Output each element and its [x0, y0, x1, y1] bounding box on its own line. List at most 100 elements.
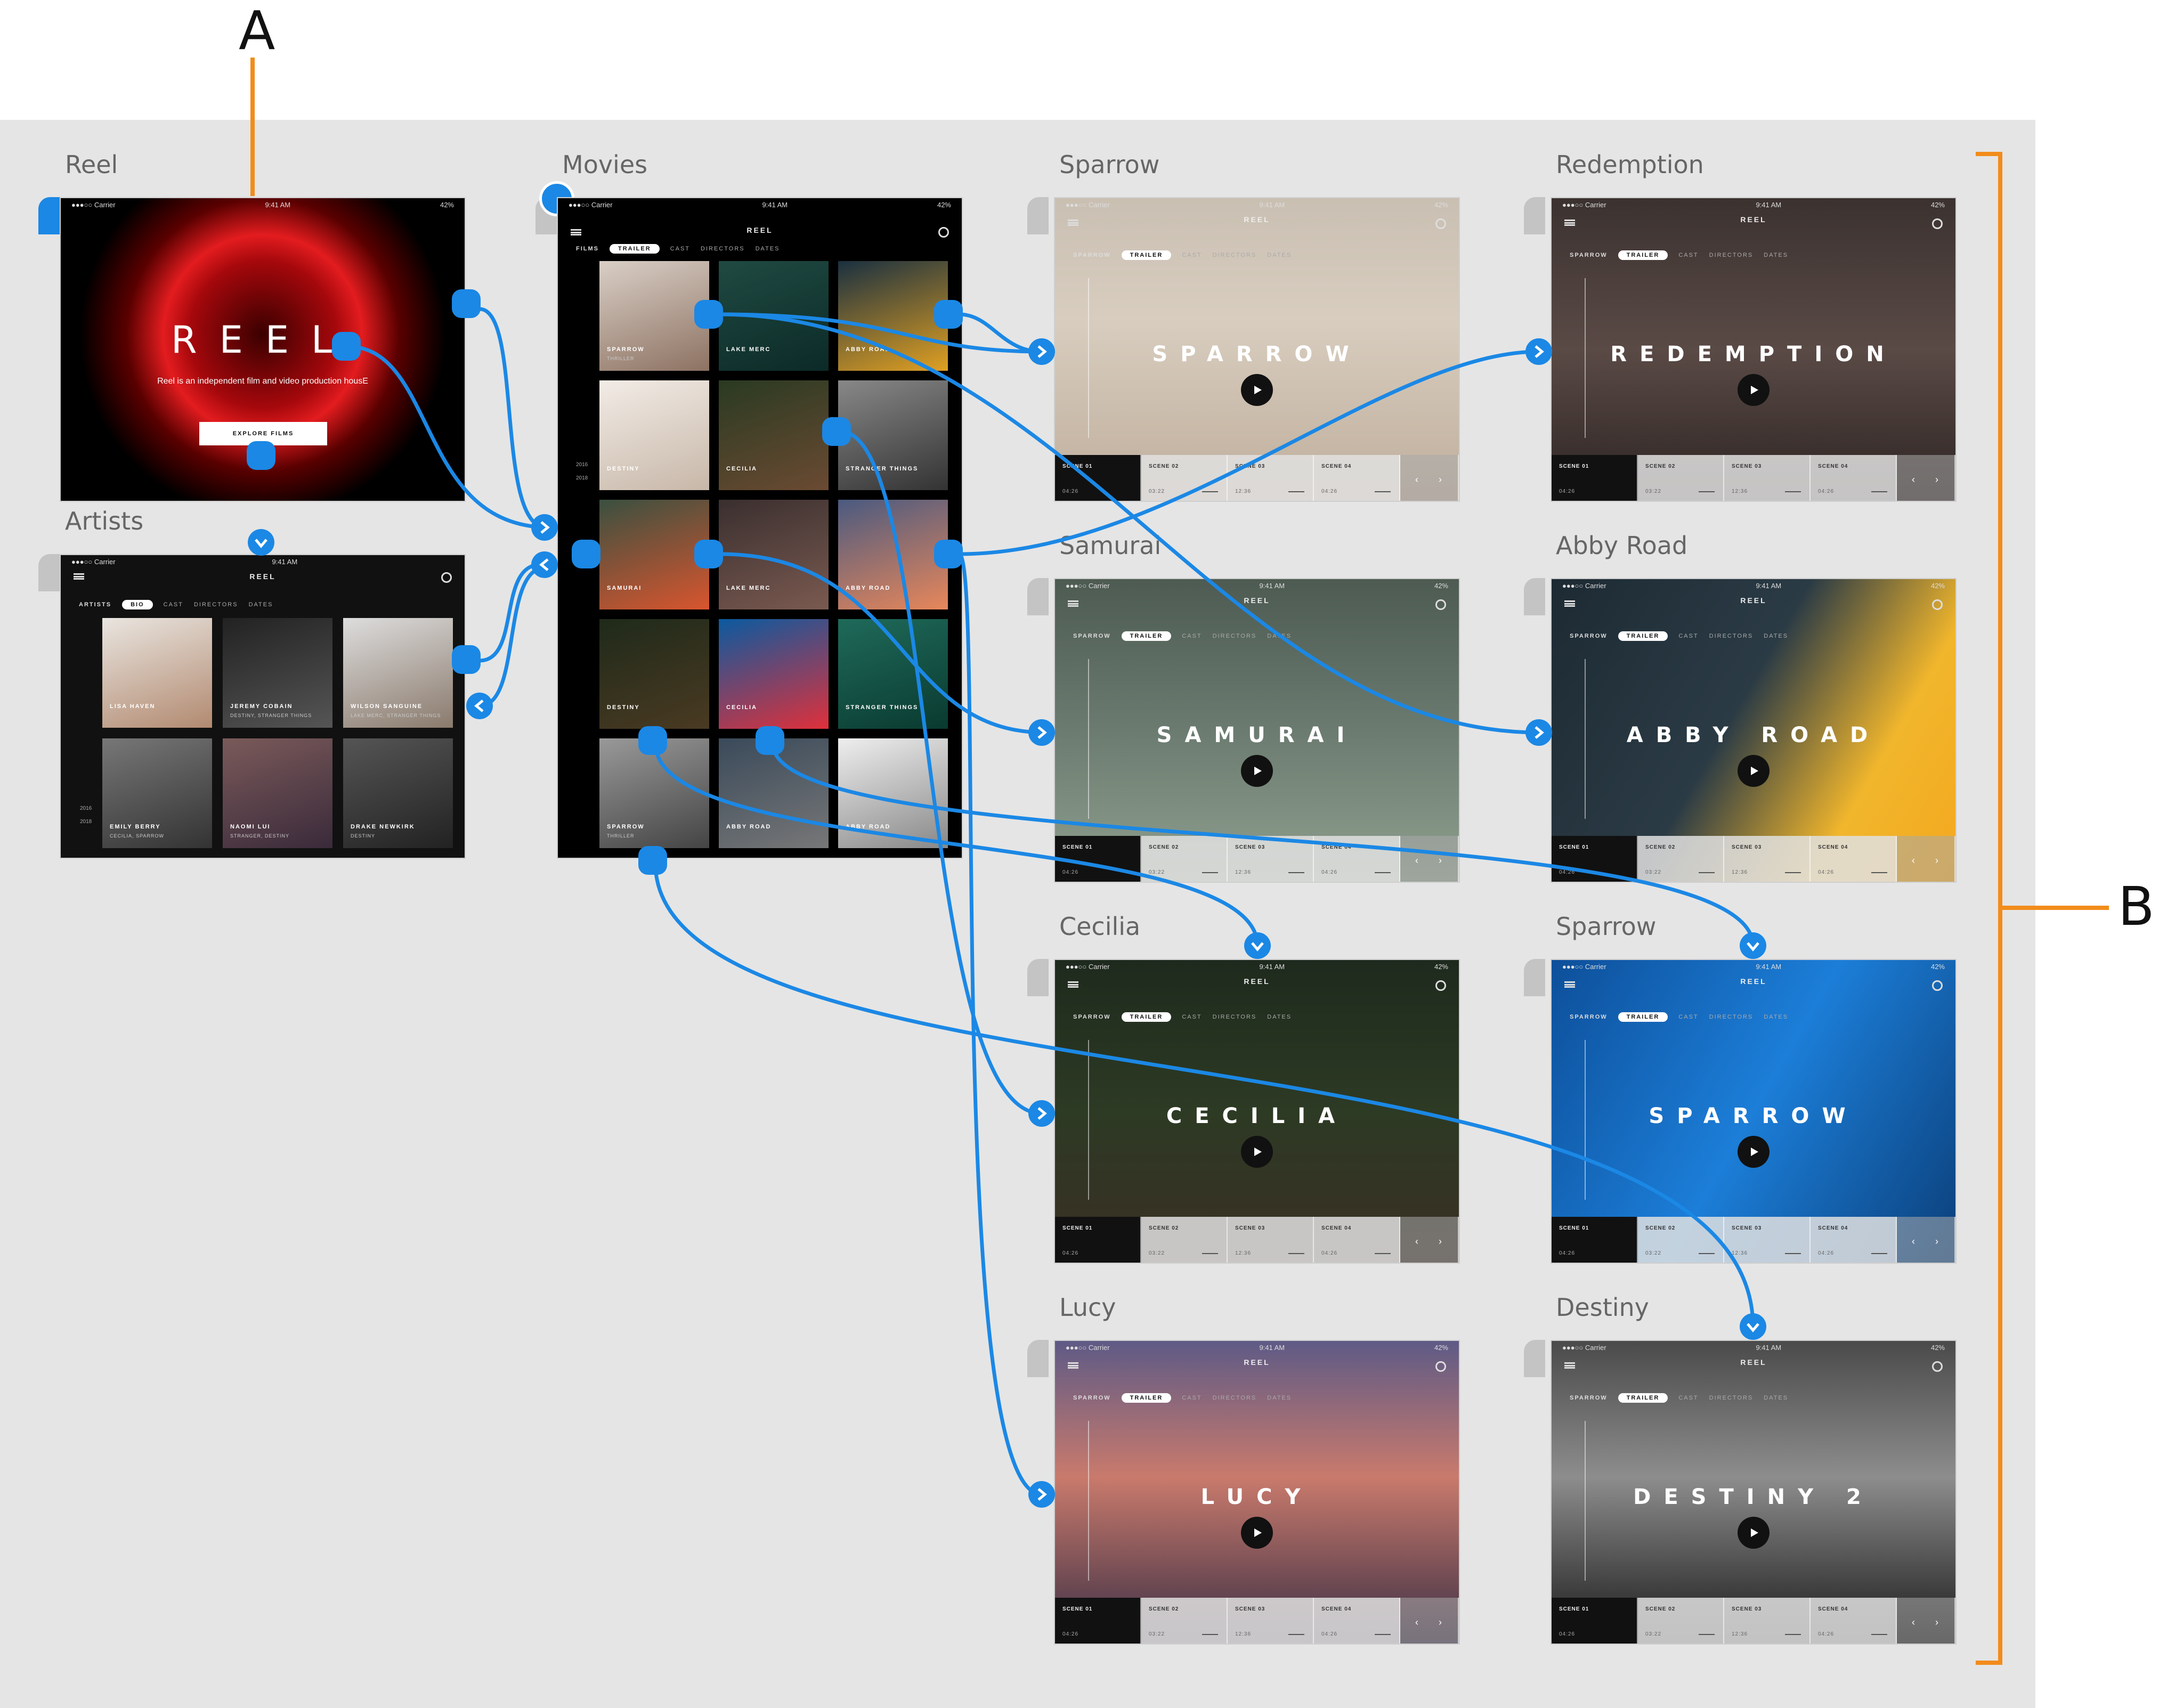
tab-trailer[interactable]: TRAILER [1121, 1012, 1172, 1022]
artboard-label-film[interactable]: Abby Road [1556, 533, 1687, 558]
search-icon[interactable] [1932, 1361, 1943, 1372]
search-icon[interactable] [1932, 218, 1943, 229]
artboard-movies[interactable]: ●●●○○ Carrier 9:41 AM 42% REEL FILMS TRAIL… [557, 197, 963, 859]
artboard-label-film[interactable]: Sparrow [1556, 914, 1656, 939]
chevron-left-icon[interactable]: ‹ [1912, 1617, 1915, 1628]
scene-item[interactable]: SCENE 03 12:36 [1724, 1217, 1811, 1263]
artboard-film-detail[interactable]: ●●●○○ Carrier 9:41 AM 42% REEL SPARROW TRA… [1551, 197, 1957, 502]
search-icon[interactable] [1435, 599, 1446, 610]
artist-card[interactable]: NAOMI LUI STRANGER, DESTINY [223, 738, 332, 848]
search-icon[interactable] [1435, 980, 1446, 991]
film-card[interactable]: DESTINY [599, 380, 709, 490]
tab-dates[interactable]: DATES [249, 601, 273, 608]
scene-item[interactable]: SCENE 04 04:26 [1811, 836, 1897, 882]
artboard-label-movies[interactable]: Movies [562, 152, 647, 177]
artboard-tab-film[interactable] [1027, 578, 1049, 615]
artboard-film-detail[interactable]: ●●●○○ Carrier 9:41 AM 42% REEL SPARROW TRA… [1551, 959, 1957, 1264]
scene-item[interactable]: SCENE 02 03:22 [1638, 1598, 1724, 1644]
artist-card[interactable]: LISA HAVEN [102, 618, 212, 728]
artist-card[interactable]: WILSON SANGUINE LAKE MERC, STRANGER THING… [343, 618, 453, 728]
scene-item[interactable]: SCENE 04 04:26 [1811, 455, 1897, 501]
artboard-label-film[interactable]: Lucy [1059, 1295, 1116, 1320]
artboard-reel[interactable]: ●●●○○ Carrier 9:41 AM 42% REEL Reel is an … [60, 197, 466, 502]
chevron-left-icon[interactable]: ‹ [1415, 1236, 1419, 1247]
film-card[interactable]: SPARROW THRILLER [599, 261, 709, 371]
chevron-right-icon[interactable]: › [1935, 474, 1939, 485]
tab-trailer[interactable]: TRAILER [1121, 631, 1172, 641]
chevron-right-icon[interactable]: › [1935, 855, 1939, 866]
artboard-label-film[interactable]: Samurai [1059, 533, 1161, 558]
scene-pager[interactable]: ‹ › [1897, 1598, 1955, 1644]
scene-item[interactable]: SCENE 02 03:22 [1141, 1598, 1228, 1644]
search-icon[interactable] [1435, 1361, 1446, 1372]
search-icon[interactable] [1435, 218, 1446, 229]
scene-pager[interactable]: ‹ › [1400, 836, 1459, 882]
artboard-label-film[interactable]: Cecilia [1059, 914, 1140, 939]
tab-cast[interactable]: CAST [164, 601, 183, 608]
film-card[interactable]: STRANGER THINGS [838, 380, 948, 490]
artboard-tab-film[interactable] [1524, 197, 1545, 234]
artboard-film-detail[interactable]: ●●●○○ Carrier 9:41 AM 42% REEL SPARROW TRA… [1054, 197, 1460, 502]
scene-item[interactable]: SCENE 03 12:36 [1724, 455, 1811, 501]
search-icon[interactable] [441, 572, 452, 583]
tab-directors[interactable]: DIRECTORS [701, 246, 745, 252]
film-card[interactable]: ABBY ROAD [838, 738, 948, 848]
scene-item[interactable]: SCENE 03 12:36 [1228, 455, 1314, 501]
scene-item[interactable]: SCENE 01 04:26 [1055, 455, 1141, 501]
artboard-tab-film[interactable] [1027, 1340, 1049, 1377]
chevron-right-icon[interactable]: › [1935, 1617, 1939, 1628]
scene-item[interactable]: SCENE 02 03:22 [1141, 836, 1228, 882]
artboard-label-film[interactable]: Destiny [1556, 1295, 1649, 1320]
tab-directors[interactable]: DIRECTORS [1213, 252, 1257, 258]
tab-trailer[interactable]: TRAILER [1618, 1393, 1668, 1403]
scene-pager[interactable]: ‹ › [1897, 1217, 1955, 1263]
tab-directors[interactable]: DIRECTORS [1213, 1395, 1257, 1401]
artboard-artists[interactable]: ●●●○○ Carrier 9:41 AM REEL ARTISTS BIO CA… [60, 554, 466, 859]
scene-item[interactable]: SCENE 01 04:26 [1552, 836, 1638, 882]
artist-card[interactable]: JEREMY COBAIN DESTINY, STRANGER THINGS [223, 618, 332, 728]
tab-trailer[interactable]: TRAILER [1618, 631, 1668, 641]
scene-item[interactable]: SCENE 02 03:22 [1141, 1217, 1228, 1263]
scene-item[interactable]: SCENE 04 04:26 [1314, 1598, 1400, 1644]
scene-item[interactable]: SCENE 02 03:22 [1638, 455, 1724, 501]
scene-item[interactable]: SCENE 03 12:36 [1228, 1217, 1314, 1263]
artboard-tab-film[interactable] [1524, 1340, 1545, 1377]
tab-trailer[interactable]: TRAILER [1618, 250, 1668, 260]
artboard-film-detail[interactable]: ●●●○○ Carrier 9:41 AM 42% REEL SPARROW TRA… [1551, 1340, 1957, 1645]
play-button[interactable] [1738, 755, 1770, 787]
artboard-film-detail[interactable]: ●●●○○ Carrier 9:41 AM 42% REEL SPARROW TRA… [1054, 959, 1460, 1264]
scene-item[interactable]: SCENE 01 04:26 [1552, 455, 1638, 501]
explore-films-button[interactable]: EXPLORE FILMS [199, 422, 327, 445]
play-button[interactable] [1241, 374, 1273, 406]
artboard-label-artists[interactable]: Artists [65, 509, 143, 533]
tab-cast[interactable]: CAST [1182, 252, 1202, 258]
chevron-right-icon[interactable]: › [1439, 855, 1442, 866]
tab-cast[interactable]: CAST [1678, 1014, 1698, 1020]
play-button[interactable] [1738, 374, 1770, 406]
tab-cast[interactable]: CAST [1678, 252, 1698, 258]
film-card[interactable]: CECILIA [719, 619, 829, 729]
film-card[interactable]: LAKE MERC [719, 500, 829, 609]
scene-item[interactable]: SCENE 04 04:26 [1811, 1217, 1897, 1263]
chevron-right-icon[interactable]: › [1439, 474, 1442, 485]
artist-card[interactable]: DRAKE NEWKIRK DESTINY [343, 738, 453, 848]
artboard-film-detail[interactable]: ●●●○○ Carrier 9:41 AM 42% REEL SPARROW TRA… [1054, 1340, 1460, 1645]
scene-item[interactable]: SCENE 02 03:22 [1638, 1217, 1724, 1263]
tab-directors[interactable]: DIRECTORS [1213, 1014, 1257, 1020]
home-artboard-marker[interactable] [38, 197, 60, 234]
tab-trailer[interactable]: TRAILER [610, 244, 660, 254]
tab-dates[interactable]: DATES [1267, 252, 1292, 258]
search-icon[interactable] [1932, 980, 1943, 991]
film-card[interactable]: STRANGER THINGS [838, 619, 948, 729]
tab-dates[interactable]: DATES [1764, 633, 1788, 639]
play-button[interactable] [1738, 1136, 1770, 1168]
film-card[interactable]: ABBY ROAD [719, 738, 829, 848]
artboard-label-film[interactable]: Redemption [1556, 152, 1704, 177]
scene-item[interactable]: SCENE 03 12:36 [1724, 836, 1811, 882]
scene-item[interactable]: SCENE 01 04:26 [1055, 836, 1141, 882]
chevron-left-icon[interactable]: ‹ [1415, 1617, 1419, 1628]
tab-dates[interactable]: DATES [1764, 1014, 1788, 1020]
tab-cast[interactable]: CAST [1182, 1395, 1202, 1401]
tab-directors[interactable]: DIRECTORS [1709, 1395, 1754, 1401]
scene-item[interactable]: SCENE 03 12:36 [1724, 1598, 1811, 1644]
